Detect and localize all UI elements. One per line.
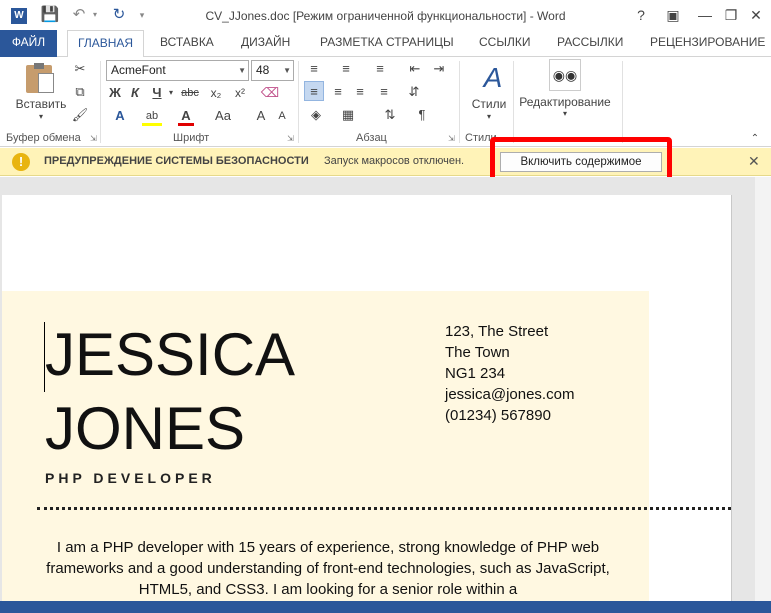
align-left-icon[interactable]: ≡ bbox=[304, 81, 324, 101]
styles-button-label[interactable]: Стили bbox=[466, 97, 512, 111]
line-spacing-icon[interactable]: ⇵ bbox=[404, 82, 424, 102]
font-color-icon[interactable]: A bbox=[178, 106, 194, 126]
tab-review[interactable]: РЕЦЕНЗИРОВАНИЕ bbox=[640, 30, 771, 57]
superscript-button[interactable]: x² bbox=[230, 83, 250, 103]
styles-icon[interactable]: A bbox=[478, 62, 508, 94]
email-line[interactable]: jessica@jones.com bbox=[445, 384, 574, 405]
bold-button[interactable]: Ж bbox=[106, 83, 124, 103]
align-center-icon[interactable]: ≡ bbox=[328, 82, 348, 102]
window-title: CV_JJones.doc [Режим ограниченной функци… bbox=[205, 9, 566, 23]
copy-icon[interactable]: ⧉ bbox=[70, 82, 90, 102]
dotted-divider bbox=[37, 507, 731, 510]
grow-font-icon[interactable]: A bbox=[253, 106, 269, 126]
paste-icon[interactable] bbox=[26, 63, 56, 93]
highlight-color-icon[interactable]: ab bbox=[142, 106, 162, 126]
paste-dropdown-icon[interactable]: ▾ bbox=[34, 112, 48, 121]
font-group-label: Шрифт bbox=[173, 132, 210, 144]
warning-icon: ! bbox=[12, 153, 30, 171]
cv-name-first[interactable]: JESSICA bbox=[45, 320, 295, 390]
find-binoculars-icon[interactable]: ◉◉ bbox=[549, 59, 581, 91]
help-button[interactable]: ? bbox=[628, 4, 654, 26]
bullets-icon[interactable]: ≡ bbox=[304, 59, 324, 79]
group-divider bbox=[459, 61, 460, 143]
security-warning-bar: ! ПРЕДУПРЕЖДЕНИЕ СИСТЕМЫ БЕЗОПАСНОСТИ За… bbox=[0, 148, 771, 176]
paragraph-launcher-icon[interactable]: ⇲ bbox=[448, 134, 455, 143]
numbering-icon[interactable]: ≡ bbox=[336, 59, 356, 79]
group-divider bbox=[100, 61, 101, 143]
close-icon[interactable]: ✕ bbox=[748, 153, 760, 170]
font-name-value: AcmeFont bbox=[111, 63, 166, 77]
tab-mailings[interactable]: РАССЫЛКИ bbox=[547, 30, 633, 57]
vertical-scrollbar[interactable] bbox=[755, 177, 771, 601]
tab-home[interactable]: ГЛАВНАЯ bbox=[67, 30, 145, 58]
shading-icon[interactable]: ◈ bbox=[306, 105, 326, 125]
tab-insert[interactable]: ВСТАВКА bbox=[150, 30, 224, 57]
security-warning-message: Запуск макросов отключен. bbox=[324, 155, 465, 167]
group-divider bbox=[298, 61, 299, 143]
cv-name-last[interactable]: JONES bbox=[45, 394, 245, 464]
underline-button[interactable]: Ч bbox=[148, 83, 166, 103]
tab-file[interactable]: ФАЙЛ bbox=[0, 30, 57, 57]
format-painter-icon[interactable]: 🖌 bbox=[70, 105, 90, 125]
show-formatting-icon[interactable]: ¶ bbox=[412, 105, 432, 125]
maximize-icon[interactable]: ❐ bbox=[718, 4, 744, 26]
tab-design[interactable]: ДИЗАЙН bbox=[231, 30, 300, 57]
decrease-indent-icon[interactable]: ⇤ bbox=[406, 59, 424, 79]
ribbon-tabs: ФАЙЛ ГЛАВНАЯ ВСТАВКА ДИЗАЙН РАЗМЕТКА СТР… bbox=[0, 30, 771, 58]
cut-icon[interactable]: ✂ bbox=[70, 59, 90, 79]
sort-icon[interactable]: ⇅ bbox=[380, 105, 400, 125]
cv-bio-paragraph[interactable]: I am a PHP developer with 15 years of ex… bbox=[30, 537, 626, 600]
address-line[interactable]: 123, The Street bbox=[445, 321, 548, 342]
paragraph-group-label: Абзац bbox=[356, 132, 387, 144]
font-size-combo[interactable]: 48 ▼ bbox=[251, 60, 294, 81]
address-line[interactable]: NG1 234 bbox=[445, 363, 505, 384]
styles-group-label: Стили bbox=[465, 132, 497, 144]
ribbon-display-options-icon[interactable]: ▣ bbox=[660, 4, 686, 26]
chevron-down-icon: ▼ bbox=[283, 66, 291, 75]
security-warning-title: ПРЕДУПРЕЖДЕНИЕ СИСТЕМЫ БЕЗОПАСНОСТИ bbox=[44, 155, 309, 167]
paste-button-label[interactable]: Вставить bbox=[12, 97, 70, 111]
phone-line[interactable]: (01234) 567890 bbox=[445, 405, 551, 426]
font-launcher-icon[interactable]: ⇲ bbox=[287, 134, 294, 143]
status-bar bbox=[0, 601, 771, 613]
justify-icon[interactable]: ≡ bbox=[374, 82, 394, 102]
tab-page-layout[interactable]: РАЗМЕТКА СТРАНИЦЫ bbox=[310, 30, 464, 57]
strikethrough-button[interactable]: abc bbox=[178, 83, 202, 103]
increase-indent-icon[interactable]: ⇥ bbox=[430, 59, 448, 79]
editing-button-label[interactable]: Редактирование bbox=[516, 95, 614, 109]
ribbon: Вставить ▾ ✂ ⧉ 🖌 Буфер обмена ⇲ AcmeFont… bbox=[0, 57, 771, 147]
text-effects-icon[interactable]: A bbox=[110, 106, 130, 126]
close-icon[interactable]: ✕ bbox=[743, 4, 769, 26]
cv-role[interactable]: PHP DEVELOPER bbox=[45, 470, 216, 486]
address-line[interactable]: The Town bbox=[445, 342, 510, 363]
clear-formatting-icon[interactable]: ⌫ bbox=[260, 83, 280, 103]
group-divider bbox=[622, 61, 623, 143]
change-case-icon[interactable]: Aa bbox=[214, 106, 232, 126]
italic-button[interactable]: К bbox=[126, 83, 144, 103]
tab-references[interactable]: ССЫЛКИ bbox=[469, 30, 540, 57]
align-right-icon[interactable]: ≡ bbox=[350, 82, 370, 102]
enable-content-button[interactable]: Включить содержимое bbox=[500, 152, 662, 172]
group-divider bbox=[513, 61, 514, 143]
editing-dropdown-icon[interactable]: ▾ bbox=[558, 109, 572, 118]
font-name-combo[interactable]: AcmeFont ▼ bbox=[106, 60, 249, 81]
minimize-icon[interactable]: — bbox=[692, 4, 718, 26]
borders-icon[interactable]: ▦ bbox=[338, 105, 358, 125]
font-size-value: 48 bbox=[256, 63, 270, 77]
multilevel-list-icon[interactable]: ≡ bbox=[370, 59, 390, 79]
chevron-down-icon: ▼ bbox=[238, 66, 246, 75]
subscript-button[interactable]: x₂ bbox=[206, 83, 226, 103]
underline-dropdown-icon[interactable]: ▾ bbox=[166, 83, 176, 103]
collapse-ribbon-icon[interactable]: ⌃ bbox=[748, 129, 762, 149]
title-bar: W 💾 ↶ ▾ ↻ ▾ CV_JJones.doc [Режим огранич… bbox=[0, 0, 771, 30]
clipboard-launcher-icon[interactable]: ⇲ bbox=[90, 134, 97, 143]
styles-dropdown-icon[interactable]: ▾ bbox=[482, 112, 496, 121]
clipboard-group-label: Буфер обмена bbox=[6, 132, 81, 144]
shrink-font-icon[interactable]: A bbox=[274, 106, 290, 126]
